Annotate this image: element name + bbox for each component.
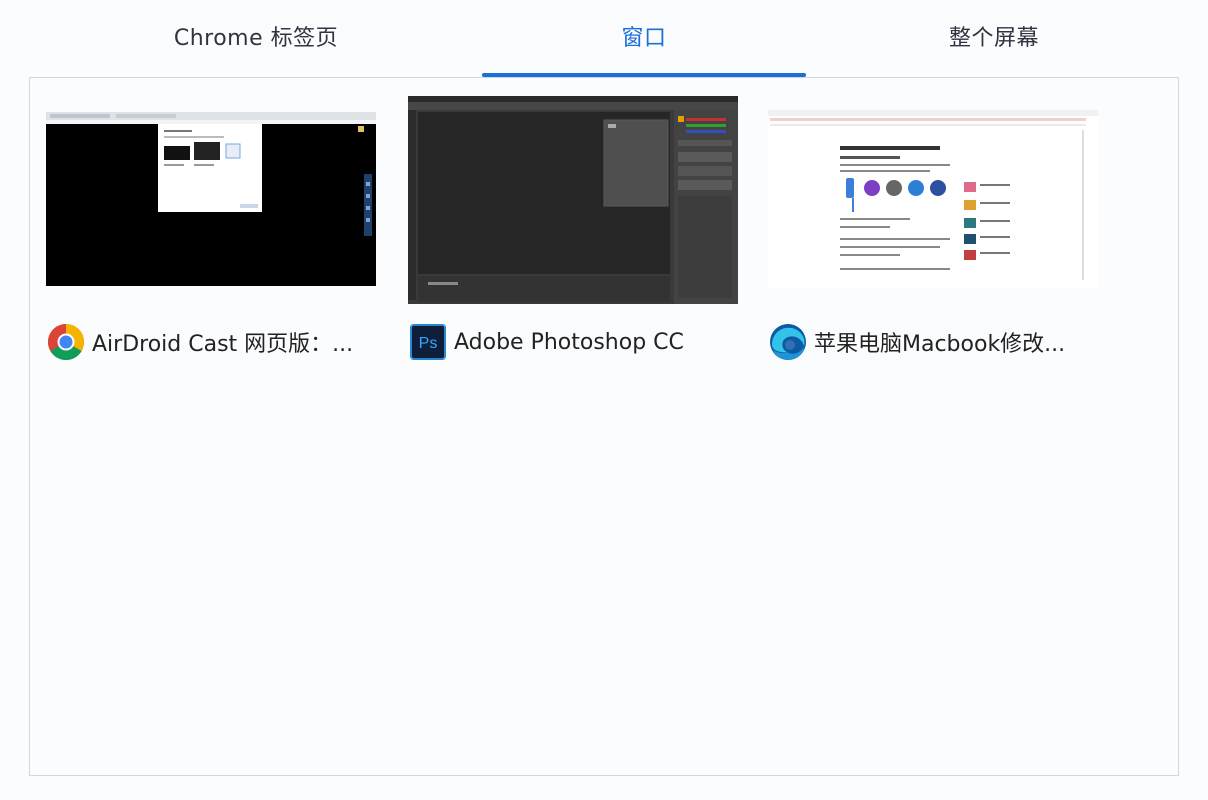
edge-icon xyxy=(768,322,808,362)
window-label: 苹果电脑Macbook修改... xyxy=(768,320,1128,364)
photoshop-icon-text: Ps xyxy=(419,335,438,352)
photoshop-icon: Ps xyxy=(408,322,448,362)
window-title: Adobe Photoshop CC xyxy=(454,329,684,355)
tab-bar: Chrome 标签页 窗口 整个屏幕 xyxy=(0,0,1208,78)
window-title: AirDroid Cast 网页版：... xyxy=(92,332,354,357)
window-title: 苹果电脑Macbook修改... xyxy=(814,332,1066,357)
tab-chrome-tabs[interactable]: Chrome 标签页 xyxy=(106,20,406,76)
window-list-panel: AirDroid Cast 网页版：... Ps Adobe Photoshop… xyxy=(29,77,1179,776)
tab-label: 整个屏幕 xyxy=(948,26,1039,51)
window-label: Ps Adobe Photoshop CC xyxy=(408,320,768,364)
window-thumbnail xyxy=(46,112,376,286)
window-thumbnail xyxy=(408,96,738,304)
tab-entire-screen[interactable]: 整个屏幕 xyxy=(844,20,1144,76)
screen-share-picker: Chrome 标签页 窗口 整个屏幕 AirDroid Cast 网页版：...… xyxy=(0,0,1208,800)
tab-label: Chrome 标签页 xyxy=(173,26,339,51)
tab-window[interactable]: 窗口 xyxy=(482,20,806,76)
window-card-photoshop[interactable]: Ps Adobe Photoshop CC xyxy=(408,96,738,366)
tab-label: 窗口 xyxy=(621,26,667,51)
window-thumbnail xyxy=(768,110,1098,288)
window-card-airdroid[interactable]: AirDroid Cast 网页版：... xyxy=(46,96,376,366)
window-label: AirDroid Cast 网页版：... xyxy=(46,320,406,364)
chrome-icon xyxy=(46,322,86,362)
window-card-edge[interactable]: 苹果电脑Macbook修改... xyxy=(768,96,1098,366)
